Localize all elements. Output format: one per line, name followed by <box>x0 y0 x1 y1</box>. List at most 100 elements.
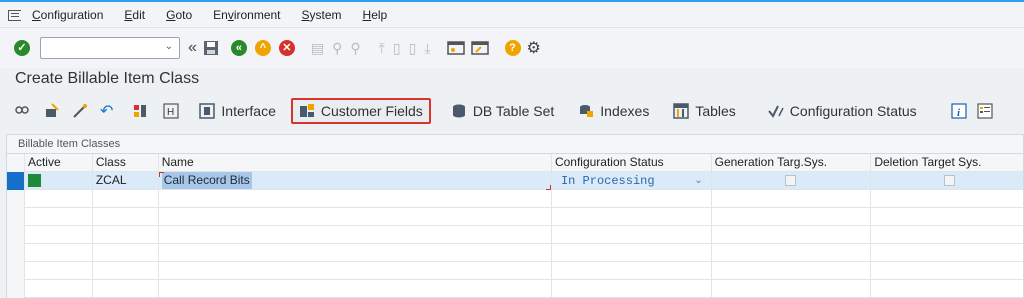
previous-page-icon[interactable]: ▯ <box>393 40 401 57</box>
db-table-set-button[interactable]: DB Table Set <box>445 98 560 124</box>
generation-target-cell <box>712 172 872 190</box>
empty-cell <box>25 244 93 262</box>
menu-environment[interactable]: Environment <box>213 8 280 22</box>
empty-cell <box>871 244 1023 262</box>
table-row-empty <box>7 280 1023 298</box>
table-row[interactable]: ZCAL Call Record Bits In Processing ⌄ <box>7 172 1023 190</box>
empty-cell <box>712 226 872 244</box>
help-icon[interactable]: ? <box>504 40 521 56</box>
table-header-row: Active Class Name Configuration Status G… <box>7 154 1023 172</box>
row-selector[interactable] <box>7 244 25 262</box>
indexes-icon <box>578 103 594 119</box>
table-row-empty <box>7 208 1023 226</box>
enter-icon[interactable]: ✓ <box>14 40 30 56</box>
row-selector[interactable] <box>7 208 25 226</box>
menu-system-icon[interactable] <box>8 9 22 21</box>
column-header-configuration-status[interactable]: Configuration Status <box>552 154 712 172</box>
first-page-icon[interactable]: ⤒ <box>379 40 385 57</box>
interface-button[interactable]: Interface <box>193 98 281 124</box>
row-selector[interactable] <box>7 262 25 280</box>
empty-cell <box>25 208 93 226</box>
configuration-status-select[interactable]: In Processing ⌄ <box>552 172 712 190</box>
display-change-icon[interactable] <box>14 103 30 119</box>
active-indicator <box>27 174 41 187</box>
save-icon[interactable] <box>203 40 219 56</box>
select-all-cell[interactable] <box>7 154 25 172</box>
indexes-button[interactable]: Indexes <box>572 98 655 124</box>
back-icon[interactable]: « <box>230 40 247 56</box>
hierarchy-icon[interactable] <box>133 103 151 119</box>
exit-icon[interactable]: ^ <box>254 40 271 56</box>
configuration-status-button[interactable]: Configuration Status <box>762 98 923 124</box>
empty-cell <box>871 208 1023 226</box>
settings-icon[interactable]: ⚙ <box>527 38 541 58</box>
chevron-down-icon[interactable]: ⌄ <box>694 172 702 189</box>
table-row-empty <box>7 190 1023 208</box>
find-icon[interactable]: ⚲ <box>332 40 342 57</box>
customer-fields-button[interactable]: Customer Fields <box>290 98 431 124</box>
empty-cell <box>712 280 872 298</box>
menu-help[interactable]: Help <box>363 8 388 22</box>
back-double-arrow-icon[interactable]: « <box>188 39 197 57</box>
column-header-name[interactable]: Name <box>159 154 552 172</box>
column-header-class[interactable]: Class <box>93 154 159 172</box>
menu-system[interactable]: System <box>302 8 342 22</box>
chevron-down-icon[interactable]: ⌄ <box>165 41 173 52</box>
column-header-deletion-target[interactable]: Deletion Target Sys. <box>871 154 1023 172</box>
row-selector[interactable] <box>7 280 25 298</box>
info-icon[interactable]: i <box>951 103 967 119</box>
check-icon[interactable] <box>44 103 60 119</box>
database-icon <box>451 103 467 119</box>
system-toolbar: ✓ ⌄ « « ^ ✕ ▤ ⚲ ⚲ ⤒ ▯ ▯ ⤓ ? ⚙ <box>0 28 1024 68</box>
active-cell[interactable] <box>25 172 93 190</box>
empty-cell <box>871 262 1023 280</box>
menu-goto[interactable]: Goto <box>166 8 192 22</box>
empty-cell <box>871 226 1023 244</box>
empty-cell <box>871 190 1023 208</box>
empty-cell <box>552 280 712 298</box>
tables-button[interactable]: Tables <box>667 98 741 124</box>
empty-cell <box>25 190 93 208</box>
empty-cell <box>712 190 872 208</box>
empty-cell <box>93 280 159 298</box>
empty-cell <box>552 226 712 244</box>
last-page-icon[interactable]: ⤓ <box>424 40 430 57</box>
table-grid: Active Class Name Configuration Status G… <box>7 154 1023 298</box>
empty-cell <box>159 244 552 262</box>
column-header-generation-target[interactable]: Generation Targ.Sys. <box>712 154 872 172</box>
print-icon[interactable]: ▤ <box>311 40 324 57</box>
empty-cell <box>712 208 872 226</box>
cancel-icon[interactable]: ✕ <box>278 40 295 56</box>
deletion-target-checkbox[interactable] <box>944 175 956 186</box>
header-icon[interactable]: H <box>163 103 180 119</box>
table-caption: Billable Item Classes <box>7 135 1023 154</box>
svg-text:H: H <box>167 107 174 118</box>
activate-icon[interactable] <box>72 103 88 119</box>
customer-fields-icon <box>299 103 315 119</box>
column-header-active[interactable]: Active <box>25 154 93 172</box>
name-input[interactable]: Call Record Bits <box>158 172 552 190</box>
empty-cell <box>159 262 552 280</box>
table-icon <box>673 103 690 119</box>
menu-configuration[interactable]: Configuration <box>32 8 103 22</box>
documentation-icon[interactable] <box>977 103 993 119</box>
undo-icon[interactable]: ↶ <box>100 101 113 121</box>
command-field[interactable]: ⌄ <box>40 37 180 59</box>
menu-edit[interactable]: Edit <box>124 8 145 22</box>
row-selector[interactable] <box>7 226 25 244</box>
class-cell[interactable]: ZCAL <box>93 172 159 190</box>
new-session-icon[interactable] <box>446 40 465 56</box>
shortcut-icon[interactable] <box>470 40 489 56</box>
empty-cell <box>159 280 552 298</box>
next-page-icon[interactable]: ▯ <box>409 40 417 57</box>
find-next-icon[interactable]: ⚲ <box>350 40 360 57</box>
empty-cell <box>871 280 1023 298</box>
empty-cell <box>159 226 552 244</box>
empty-cell <box>25 280 93 298</box>
row-selector[interactable] <box>7 172 25 190</box>
empty-cell <box>159 190 552 208</box>
empty-cell <box>93 208 159 226</box>
empty-cell <box>552 208 712 226</box>
row-selector[interactable] <box>7 190 25 208</box>
generation-target-checkbox[interactable] <box>784 175 796 186</box>
